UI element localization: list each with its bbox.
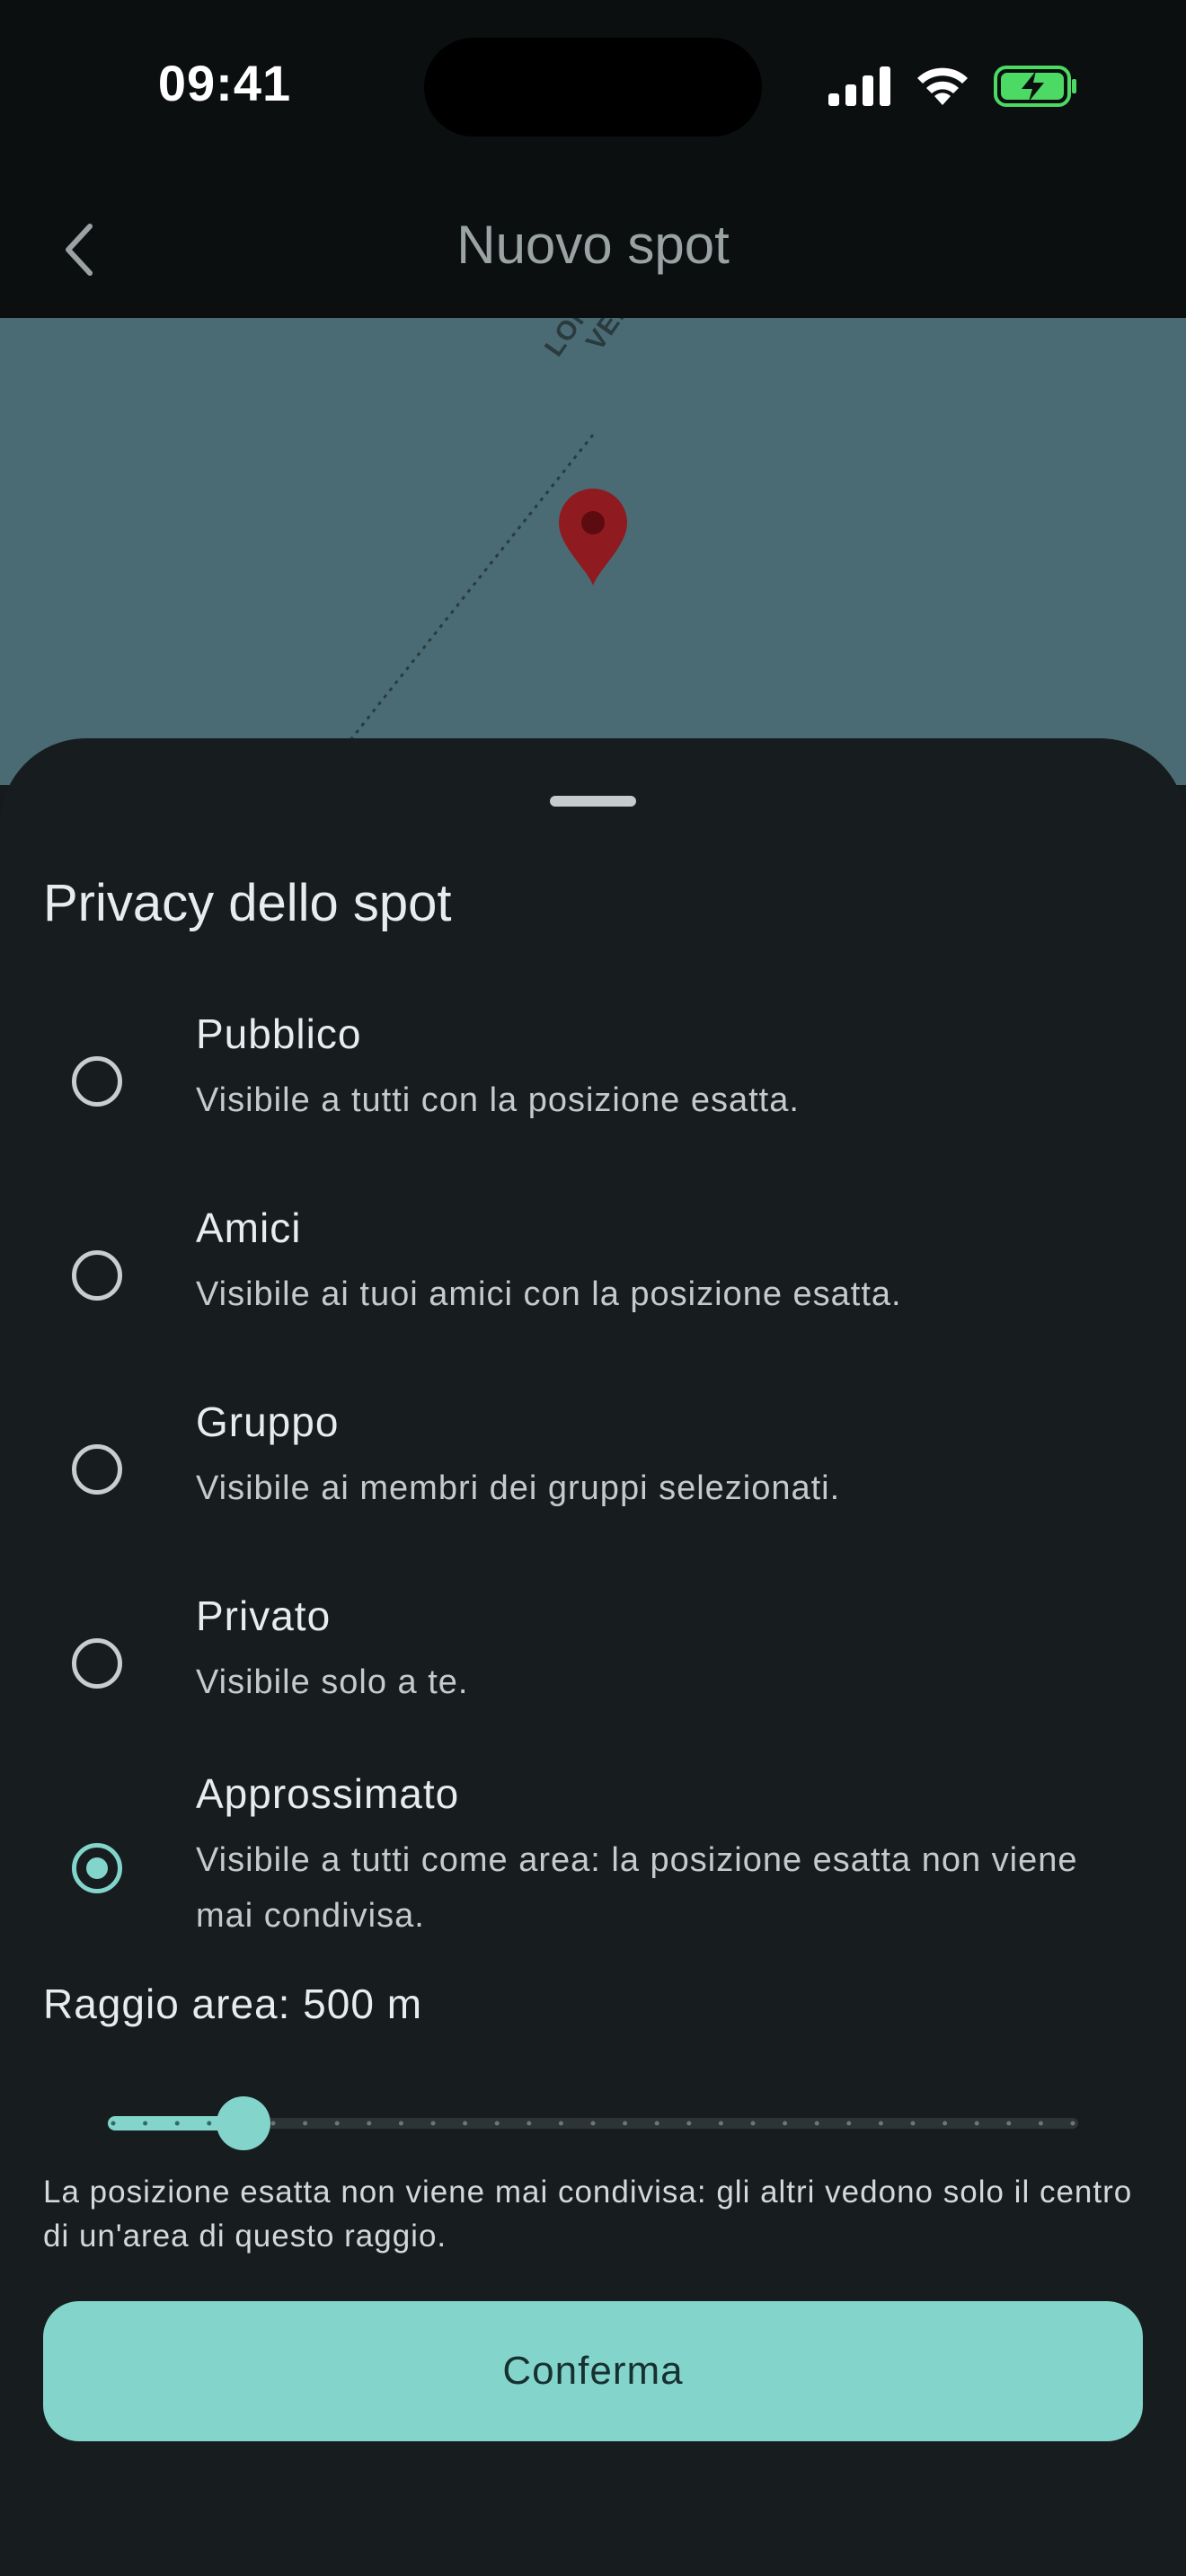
privacy-note: La posizione esatta non viene mai condiv… — [43, 2175, 1133, 2254]
radio-pubblico[interactable] — [72, 1056, 122, 1107]
privacy-bottom-sheet: Privacy dello spot Pubblico Visibile a t… — [0, 738, 1186, 2576]
option-description: Visibile ai membri dei gruppi selezionat… — [196, 1469, 841, 1507]
slider-step-dot — [463, 2121, 468, 2126]
slider-step-dot — [143, 2121, 148, 2126]
map-pin-icon[interactable] — [557, 487, 629, 587]
drag-handle[interactable] — [550, 796, 636, 807]
slider-step-dot — [207, 2121, 212, 2126]
map-view[interactable]: LOMBARDIA VENETO — [0, 318, 1186, 785]
privacy-option-privato[interactable]: Privato Visibile solo a te. — [0, 1592, 1186, 1708]
slider-step-dot — [878, 2121, 883, 2126]
slider-step-dot — [174, 2121, 180, 2126]
privacy-option-gruppo[interactable]: Gruppo Visibile ai membri dei gruppi sel… — [0, 1398, 1186, 1514]
option-description: Visibile ai tuoi amici con la posizione … — [196, 1275, 902, 1313]
option-label: Gruppo — [196, 1398, 340, 1445]
option-description: Visibile a tutti come area: la posizione… — [196, 1841, 1078, 1935]
privacy-option-pubblico[interactable]: Pubblico Visibile a tutti con la posizio… — [0, 1010, 1186, 1126]
cellular-signal-icon — [828, 66, 890, 106]
slider-step-dot — [814, 2121, 819, 2126]
status-icons — [828, 65, 1078, 108]
option-label: Amici — [196, 1204, 302, 1251]
option-description: Visibile a tutti con la posizione esatta… — [196, 1081, 800, 1119]
privacy-option-approssimato[interactable]: Approssimato Visibile a tutti come area:… — [0, 1769, 1186, 1940]
radio-gruppo[interactable] — [72, 1444, 122, 1495]
option-label: Pubblico — [196, 1010, 362, 1057]
wifi-icon — [917, 67, 968, 105]
dynamic-island — [424, 38, 762, 137]
page-title: Nuovo spot — [456, 215, 730, 275]
slider-step-dot — [623, 2121, 628, 2126]
radius-label: Raggio area: 500 m — [43, 1981, 423, 2027]
slider-step-dot — [1006, 2121, 1012, 2126]
radius-slider[interactable] — [108, 2096, 1078, 2150]
slider-step-dot — [1070, 2121, 1075, 2126]
slider-step-dot — [686, 2121, 692, 2126]
slider-step-dot — [303, 2121, 308, 2126]
slider-step-dot — [430, 2121, 436, 2126]
confirm-button[interactable]: Conferma — [43, 2301, 1143, 2441]
slider-step-dot — [943, 2121, 948, 2126]
option-label: Privato — [196, 1592, 332, 1639]
radio-amici[interactable] — [72, 1250, 122, 1301]
privacy-option-amici[interactable]: Amici Visibile ai tuoi amici con la posi… — [0, 1204, 1186, 1320]
slider-step-dot — [111, 2121, 116, 2126]
slider-thumb[interactable] — [217, 2096, 271, 2150]
slider-step-dot — [910, 2121, 916, 2126]
slider-step-dot — [558, 2121, 563, 2126]
slider-step-dot — [654, 2121, 659, 2126]
option-label: Approssimato — [196, 1770, 460, 1817]
slider-step-dot — [334, 2121, 340, 2126]
slider-step-dot — [750, 2121, 756, 2126]
slider-step-dot — [398, 2121, 403, 2126]
slider-step-dot — [590, 2121, 596, 2126]
slider-step-dot — [494, 2121, 500, 2126]
radio-approssimato[interactable] — [72, 1843, 122, 1893]
option-description: Visibile solo a te. — [196, 1663, 469, 1701]
app-bar: Nuovo spot — [0, 180, 1186, 318]
slider-step-dot — [527, 2121, 532, 2126]
radio-privato[interactable] — [72, 1638, 122, 1689]
slider-step-dot — [846, 2121, 852, 2126]
sheet-title: Privacy dello spot — [43, 874, 452, 932]
slider-step-dot — [783, 2121, 788, 2126]
slider-step-dot — [270, 2121, 276, 2126]
slider-step-dot — [367, 2121, 372, 2126]
slider-step-dot — [718, 2121, 723, 2126]
slider-step-dot — [974, 2121, 979, 2126]
status-time: 09:41 — [157, 55, 292, 111]
battery-charging-icon — [994, 66, 1076, 107]
slider-step-dot — [1038, 2121, 1043, 2126]
status-bar: 09:41 — [0, 0, 1186, 180]
